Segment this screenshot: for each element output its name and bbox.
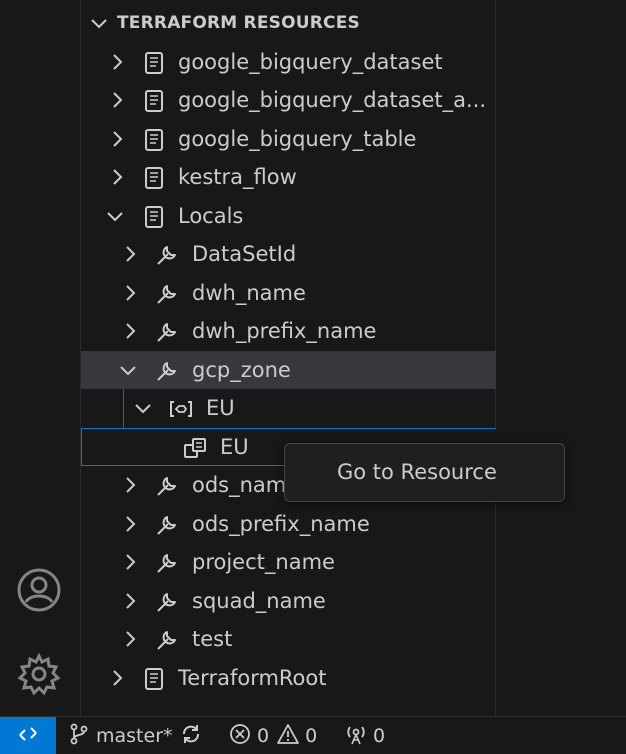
symbol-value-icon xyxy=(182,435,208,461)
tree-item-datasetid[interactable]: DataSetId xyxy=(81,235,497,273)
tree-item-dwh-name[interactable]: dwh_name xyxy=(81,274,497,312)
section-title: TERRAFORM RESOURCES xyxy=(117,13,360,33)
source-control-icon xyxy=(68,723,90,750)
tree-item-kestra-flow[interactable]: kestra_flow xyxy=(81,158,497,196)
tree-item-google-bigquery-table[interactable]: google_bigquery_table xyxy=(81,120,497,158)
tree-item-project-name[interactable]: project_name xyxy=(81,543,497,581)
tree-item-eu-map[interactable]: EU xyxy=(81,389,497,427)
activity-bar xyxy=(0,0,80,716)
tree-item-label: ods_prefix_name xyxy=(192,512,370,536)
file-code-icon xyxy=(141,88,167,114)
tree-item-locals[interactable]: Locals xyxy=(81,197,497,235)
chevron-right-icon xyxy=(107,52,127,72)
wrench-icon xyxy=(154,281,180,307)
chevron-right-icon xyxy=(107,129,127,149)
tree-item-label: dwh_name xyxy=(192,281,306,305)
context-menu: Go to Resource xyxy=(284,443,565,502)
symbol-namespace-icon xyxy=(168,396,194,422)
gear-icon[interactable] xyxy=(15,650,63,698)
problems-status[interactable]: 0 0 xyxy=(229,717,317,754)
tree-item-label: DataSetId xyxy=(192,242,297,266)
sync-button[interactable] xyxy=(180,717,202,754)
wrench-icon xyxy=(154,550,180,576)
error-count: 0 xyxy=(257,725,270,747)
tree-item-label: test xyxy=(192,627,233,651)
warning-count: 0 xyxy=(305,725,318,747)
remote-button[interactable] xyxy=(0,717,56,754)
branch-name: master* xyxy=(96,725,173,747)
chevron-right-icon xyxy=(120,629,140,649)
ports-count: 0 xyxy=(373,725,386,747)
status-bar: master* 0 0 0 xyxy=(0,716,626,754)
wrench-icon xyxy=(154,473,180,499)
chevron-down-icon xyxy=(105,206,125,226)
wrench-icon xyxy=(154,242,180,268)
tree-item-label: google_bigquery_dataset xyxy=(178,50,443,74)
chevron-right-icon xyxy=(120,475,140,495)
tree-item-squad-name[interactable]: squad_name xyxy=(81,582,497,620)
error-icon xyxy=(229,723,251,750)
editor-area xyxy=(496,0,626,716)
remote-icon xyxy=(16,722,40,750)
terraform-resources-panel: TERRAFORM RESOURCES google_bigquery_data… xyxy=(80,0,497,716)
tree-item-test[interactable]: test xyxy=(81,620,497,658)
warning-icon xyxy=(277,723,299,750)
chevron-right-icon xyxy=(107,668,127,688)
section-header[interactable]: TERRAFORM RESOURCES xyxy=(81,4,497,42)
tree-item-terraform-root[interactable]: TerraformRoot xyxy=(81,659,497,697)
tree-item-google-bigquery-dataset-access[interactable]: google_bigquery_dataset_a... xyxy=(81,81,497,119)
tree-item-ods-prefix-name[interactable]: ods_prefix_name xyxy=(81,505,497,543)
wrench-icon xyxy=(154,627,180,653)
wrench-icon xyxy=(154,589,180,615)
chevron-right-icon xyxy=(120,244,140,264)
tree-item-label: kestra_flow xyxy=(178,165,297,189)
tree-item-label: squad_name xyxy=(192,589,326,613)
file-code-icon xyxy=(141,127,167,153)
tree-item-label: google_bigquery_table xyxy=(178,127,417,151)
tree-item-google-bigquery-dataset[interactable]: google_bigquery_dataset xyxy=(81,43,497,81)
tree-item-dwh-prefix-name[interactable]: dwh_prefix_name xyxy=(81,312,497,350)
wrench-icon xyxy=(154,319,180,345)
context-menu-go-to-resource[interactable]: Go to Resource xyxy=(337,460,497,484)
chevron-down-icon xyxy=(89,13,109,33)
wrench-icon xyxy=(154,358,180,384)
tree-item-label: project_name xyxy=(192,550,335,574)
chevron-right-icon xyxy=(107,90,127,110)
file-code-icon xyxy=(141,50,167,76)
wrench-icon xyxy=(154,512,180,538)
tree-item-label: gcp_zone xyxy=(192,358,291,382)
file-code-icon xyxy=(141,204,167,230)
chevron-right-icon xyxy=(120,591,140,611)
account-icon[interactable] xyxy=(15,566,63,614)
tree-item-label: google_bigquery_dataset_a... xyxy=(178,88,487,112)
tree-item-label: EU xyxy=(220,435,249,459)
broadcast-icon xyxy=(345,723,367,750)
tree-item-gcp-zone[interactable]: gcp_zone xyxy=(81,351,497,389)
chevron-right-icon xyxy=(120,283,140,303)
chevron-right-icon xyxy=(120,552,140,572)
chevron-right-icon xyxy=(120,321,140,341)
tree-item-label: dwh_prefix_name xyxy=(192,319,377,343)
branch-status[interactable]: master* xyxy=(68,717,173,754)
chevron-down-icon xyxy=(118,360,138,380)
tree-item-label: EU xyxy=(206,396,235,420)
tree-item-label: TerraformRoot xyxy=(178,666,327,690)
chevron-right-icon xyxy=(120,514,140,534)
file-code-icon xyxy=(141,666,167,692)
sync-icon xyxy=(180,723,202,750)
file-code-icon xyxy=(141,165,167,191)
chevron-right-icon xyxy=(107,167,127,187)
tree-item-label: Locals xyxy=(178,204,244,228)
chevron-down-icon xyxy=(133,398,153,418)
ports-status[interactable]: 0 xyxy=(345,717,385,754)
